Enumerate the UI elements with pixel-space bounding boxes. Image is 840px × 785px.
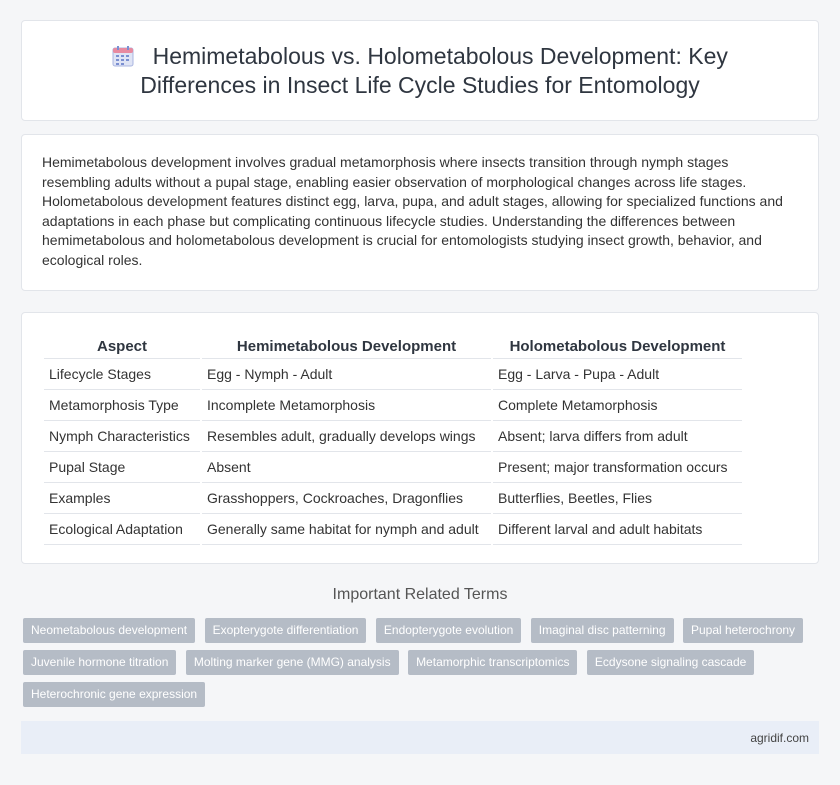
header-hemimetabolous: Hemimetabolous Development <box>202 335 491 359</box>
table-cell: Butterflies, Beetles, Flies <box>493 483 742 514</box>
table-cell: Incomplete Metamorphosis <box>202 390 491 421</box>
table-cell: Nymph Characteristics <box>44 421 200 452</box>
footer: agridif.com <box>21 721 819 754</box>
related-term-tag[interactable]: Pupal heterochrony <box>682 618 804 643</box>
calendar-icon <box>112 46 134 67</box>
table-row: Examples Grasshoppers, Cockroaches, Drag… <box>44 483 742 514</box>
table-cell: Complete Metamorphosis <box>493 390 742 421</box>
table-cell: Grasshoppers, Cockroaches, Dragonflies <box>202 483 491 514</box>
table-row: Nymph Characteristics Resembles adult, g… <box>44 421 742 452</box>
table-cell: Egg - Nymph - Adult <box>202 359 491 390</box>
related-terms-heading: Important Related Terms <box>332 586 508 603</box>
page-title: Hemimetabolous vs. Holometabolous Develo… <box>140 42 728 98</box>
related-term-tag[interactable]: Juvenile hormone titration <box>23 650 177 675</box>
related-term-tag[interactable]: Neometabolous development <box>23 618 196 643</box>
related-terms-list: Neometabolous development Exopterygote d… <box>23 618 823 714</box>
table-cell: Generally same habitat for nymph and adu… <box>202 514 491 545</box>
table-row: Lifecycle Stages Egg - Nymph - Adult Egg… <box>44 359 742 390</box>
comparison-card: Aspect Hemimetabolous Development Holome… <box>21 312 819 564</box>
related-term-tag[interactable]: Exopterygote differentiation <box>204 618 367 643</box>
table-cell: Different larval and adult habitats <box>493 514 742 545</box>
table-row: Metamorphosis Type Incomplete Metamorpho… <box>44 390 742 421</box>
table-cell: Ecological Adaptation <box>44 514 200 545</box>
related-term-tag[interactable]: Molting marker gene (MMG) analysis <box>185 650 399 675</box>
table-cell: Lifecycle Stages <box>44 359 200 390</box>
table-header-row: Aspect Hemimetabolous Development Holome… <box>44 335 742 359</box>
table-cell: Metamorphosis Type <box>44 390 200 421</box>
table-row: Ecological Adaptation Generally same hab… <box>44 514 742 545</box>
header-holometabolous: Holometabolous Development <box>493 335 742 359</box>
comparison-table: Aspect Hemimetabolous Development Holome… <box>42 335 744 545</box>
table-cell: Examples <box>44 483 200 514</box>
table-cell: Present; major transformation occurs <box>493 452 742 483</box>
related-term-tag[interactable]: Metamorphic transcriptomics <box>408 650 578 675</box>
footer-site-link[interactable]: agridif.com <box>750 731 809 745</box>
related-term-tag[interactable]: Ecdysone signaling cascade <box>586 650 755 675</box>
related-term-tag[interactable]: Endopterygote evolution <box>375 618 522 643</box>
related-term-tag[interactable]: Heterochronic gene expression <box>23 682 206 707</box>
table-cell: Pupal Stage <box>44 452 200 483</box>
table-cell: Egg - Larva - Pupa - Adult <box>493 359 742 390</box>
table-row: Pupal Stage Absent Present; major transf… <box>44 452 742 483</box>
intro-paragraph: Hemimetabolous development involves grad… <box>42 154 783 268</box>
related-term-tag[interactable]: Imaginal disc patterning <box>530 618 674 643</box>
title-card: Hemimetabolous vs. Holometabolous Develo… <box>21 20 819 121</box>
header-aspect: Aspect <box>44 335 200 359</box>
intro-card: Hemimetabolous development involves grad… <box>21 134 819 291</box>
table-cell: Resembles adult, gradually develops wing… <box>202 421 491 452</box>
table-cell: Absent; larva differs from adult <box>493 421 742 452</box>
table-cell: Absent <box>202 452 491 483</box>
